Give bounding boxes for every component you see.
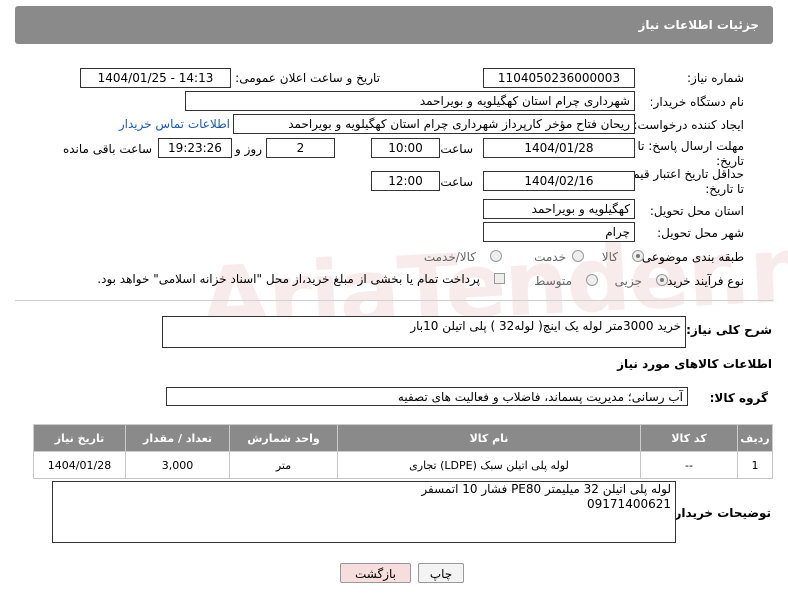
cell-unit: متر bbox=[229, 451, 338, 479]
col-date: تاریخ نیاز bbox=[33, 424, 126, 452]
goods-info-title: اطلاعات کالاهای مورد نیاز bbox=[617, 357, 772, 371]
buyer-notes-line2: 09171400621 bbox=[587, 497, 671, 511]
page-title: جزئیات اطلاعات نیاز bbox=[638, 18, 759, 32]
description-field: خرید 3000متر لوله یک اینچ( لوله32 ) پلی … bbox=[162, 316, 686, 348]
delivery-province-field: کهگیلویه و بویراحمد bbox=[483, 199, 635, 219]
description-label: شرح کلی نیاز: bbox=[686, 323, 772, 337]
divider bbox=[15, 300, 773, 301]
reply-deadline-label: مهلت ارسال پاسخ: تا تاریخ: bbox=[637, 139, 744, 168]
price-time-label: ساعت bbox=[440, 175, 473, 189]
days-field: 2 bbox=[266, 138, 335, 158]
buyer-notes-label: توضیحات خریدار: bbox=[669, 506, 771, 520]
category-goods-service-radio[interactable] bbox=[490, 250, 502, 262]
payment-note: پرداخت تمام یا بخشی از مبلغ خرید،از محل … bbox=[97, 272, 480, 286]
process-medium-radio[interactable] bbox=[586, 274, 598, 286]
cell-code: -- bbox=[640, 451, 738, 479]
need-number-field: 1104050236000003 bbox=[483, 68, 635, 88]
items-table: ردیف کد کالا نام کالا واحد شمارش تعداد /… bbox=[33, 424, 773, 479]
announce-field: 1404/01/25 - 14:13 bbox=[80, 68, 231, 88]
category-goods-label: کالا bbox=[601, 250, 618, 264]
cell-name: لوله پلی اتیلن سبک (LDPE) تجاری bbox=[337, 451, 641, 479]
creator-field: ریحان فتاح مؤخر کارپرداز شهرداری چرام اس… bbox=[233, 114, 635, 134]
category-service-label: خدمت bbox=[534, 250, 566, 264]
category-service-radio[interactable] bbox=[572, 250, 584, 262]
need-number-label: شماره نیاز: bbox=[687, 71, 744, 85]
buyer-org-field: شهرداری چرام استان کهگیلویه و بویراحمد bbox=[185, 91, 635, 111]
remaining-label: ساعت باقی مانده bbox=[62, 142, 152, 156]
buyer-org-label: نام دستگاه خریدار: bbox=[649, 95, 745, 109]
col-unit: واحد شمارش bbox=[229, 424, 338, 452]
col-row: ردیف bbox=[737, 424, 773, 452]
process-minor-radio[interactable] bbox=[656, 274, 668, 286]
reply-time-label: ساعت bbox=[440, 142, 473, 156]
remaining-time-field: 19:23:26 bbox=[158, 138, 232, 158]
category-label: طبقه بندی موضوعی: bbox=[637, 250, 744, 264]
announce-label: تاریخ و ساعت اعلان عمومی: bbox=[235, 71, 380, 85]
creator-label: ایجاد کننده درخواست: bbox=[633, 118, 744, 132]
category-goods-radio[interactable] bbox=[632, 250, 644, 262]
table-row: 1 -- لوله پلی اتیلن سبک (LDPE) تجاری متر… bbox=[33, 451, 773, 479]
table-header-row: ردیف کد کالا نام کالا واحد شمارش تعداد /… bbox=[33, 424, 773, 452]
cell-row: 1 bbox=[737, 451, 773, 479]
col-name: نام کالا bbox=[337, 424, 641, 452]
delivery-city-label: شهر محل تحویل: bbox=[657, 226, 744, 240]
process-label: نوع فرآیند خرید : bbox=[659, 274, 744, 288]
cell-qty: 3,000 bbox=[125, 451, 230, 479]
delivery-province-label: استان محل تحویل: bbox=[649, 204, 744, 218]
reply-time-field: 10:00 bbox=[371, 138, 440, 158]
reply-date-field: 1404/01/28 bbox=[483, 138, 635, 158]
print-button[interactable]: چاپ bbox=[418, 563, 464, 583]
goods-group-field: آب رسانی؛ مدیریت پسماند، فاضلاب و فعالیت… bbox=[166, 387, 688, 406]
back-button[interactable]: بازگشت bbox=[340, 563, 411, 583]
process-medium-label: متوسط bbox=[534, 274, 572, 288]
col-code: کد کالا bbox=[640, 424, 738, 452]
price-time-field: 12:00 bbox=[371, 171, 440, 191]
goods-group-label: گروه کالا: bbox=[709, 391, 768, 405]
process-minor-label: جزیی bbox=[614, 274, 642, 288]
treasury-checkbox[interactable] bbox=[494, 273, 505, 284]
buyer-notes-field: لوله پلی اتیلن 32 میلیمتر PE80 فشار 10 ا… bbox=[52, 481, 676, 543]
category-goods-service-label: کالا/خدمت bbox=[423, 250, 476, 264]
header-bar: جزئیات اطلاعات نیاز bbox=[15, 6, 773, 44]
cell-date: 1404/01/28 bbox=[33, 451, 126, 479]
col-qty: تعداد / مقدار bbox=[125, 424, 230, 452]
days-label: روز و bbox=[235, 142, 262, 156]
delivery-city-field: چرام bbox=[483, 222, 635, 242]
buyer-notes-line1: لوله پلی اتیلن 32 میلیمتر PE80 فشار 10 ا… bbox=[421, 482, 671, 496]
contact-info-link[interactable]: اطلاعات تماس خریدار bbox=[119, 117, 230, 131]
price-date-field: 1404/02/16 bbox=[483, 171, 635, 191]
